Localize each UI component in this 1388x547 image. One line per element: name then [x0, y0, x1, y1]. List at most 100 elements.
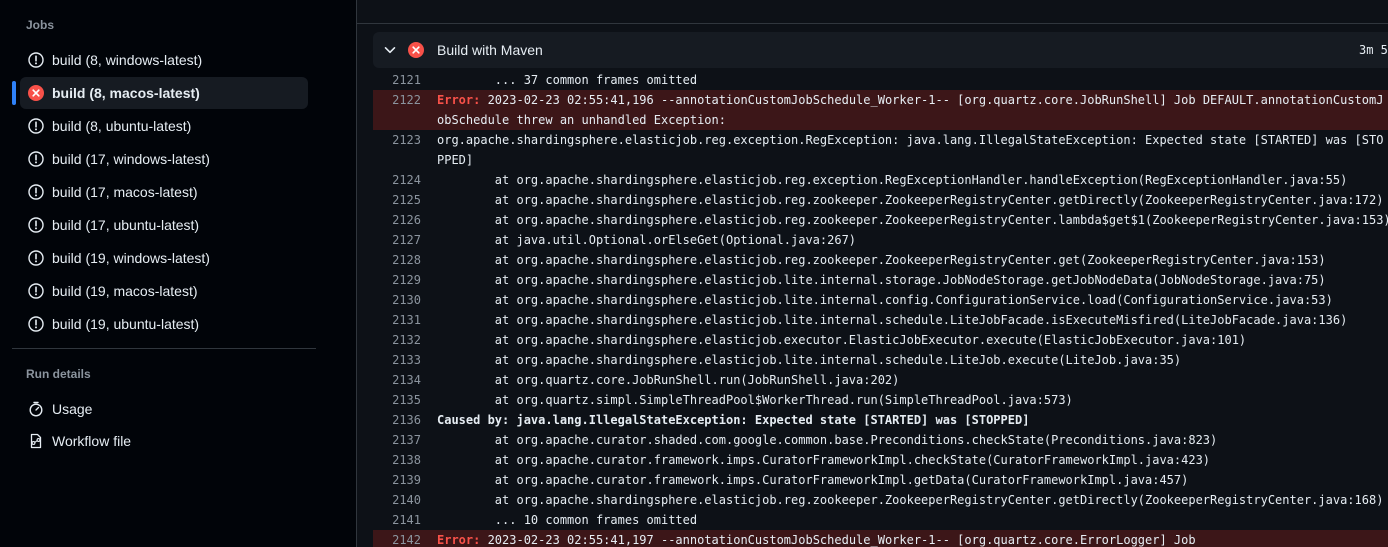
log-line: 2138 at org.apache.curator.framework.imp…: [373, 450, 1388, 470]
log-text: at org.apache.shardingsphere.elasticjob.…: [437, 293, 1333, 307]
job-item[interactable]: build (19, ubuntu-latest): [20, 308, 308, 340]
log-text: at org.apache.curator.framework.imps.Cur…: [437, 453, 1211, 467]
job-label: build (19, macos-latest): [52, 283, 198, 299]
log-line: 2125 at org.apache.shardingsphere.elasti…: [373, 190, 1388, 210]
workflow-file-link[interactable]: Workflow file: [20, 425, 308, 457]
error-label: Error:: [437, 533, 481, 547]
error-message: 2023-02-23 02:55:41,197 --annotationCust…: [480, 533, 1196, 547]
job-label: build (8, ubuntu-latest): [52, 118, 192, 134]
log-line: 2140 at org.apache.shardingsphere.elasti…: [373, 490, 1388, 510]
step-title: Build with Maven: [437, 42, 543, 58]
log-line: 2137 at org.apache.curator.shaded.com.go…: [373, 430, 1388, 450]
log-text: at org.apache.shardingsphere.elasticjob.…: [437, 313, 1348, 327]
log-text: Caused by: java.lang.IllegalStateExcepti…: [437, 413, 1030, 427]
active-job-indicator: [12, 81, 16, 105]
log-text: at org.apache.curator.shaded.com.google.…: [437, 433, 1218, 447]
warning-status-icon: [28, 151, 44, 167]
job-item[interactable]: build (8, windows-latest): [20, 44, 308, 76]
log-text: ... 37 common frames omitted: [437, 73, 698, 87]
line-number[interactable]: 2141: [373, 510, 421, 530]
sidebar: Jobs build (8, windows-latest) build (8, …: [0, 0, 357, 547]
job-label: build (8, macos-latest): [52, 85, 200, 101]
log-line: 2139 at org.apache.curator.framework.imp…: [373, 470, 1388, 490]
line-number[interactable]: 2140: [373, 490, 421, 510]
log-text: at org.apache.shardingsphere.elasticjob.…: [437, 333, 1247, 347]
log-line: 2131 at org.apache.shardingsphere.elasti…: [373, 310, 1388, 330]
job-item[interactable]: build (17, macos-latest): [20, 176, 308, 208]
warning-status-icon: [28, 283, 44, 299]
log-text: at org.quartz.simpl.SimpleThreadPool$Wor…: [437, 393, 1073, 407]
job-item[interactable]: build (19, macos-latest): [20, 275, 308, 307]
line-number[interactable]: 2130: [373, 290, 421, 310]
failed-status-icon: [28, 85, 44, 101]
job-item[interactable]: build (17, windows-latest): [20, 143, 308, 175]
line-number[interactable]: 2136: [373, 410, 421, 430]
error-label: Error:: [437, 93, 481, 107]
line-number[interactable]: 2121: [373, 70, 421, 90]
workflow-file-icon: [28, 433, 44, 449]
log-text: at java.util.Optional.orElseGet(Optional…: [437, 233, 857, 247]
line-number[interactable]: 2137: [373, 430, 421, 450]
header-divider: [357, 23, 1388, 24]
line-number[interactable]: 2124: [373, 170, 421, 190]
warning-status-icon: [28, 52, 44, 68]
line-number[interactable]: 2133: [373, 350, 421, 370]
line-number[interactable]: 2129: [373, 270, 421, 290]
line-number[interactable]: 2128: [373, 250, 421, 270]
warning-status-icon: [28, 250, 44, 266]
warning-status-icon: [28, 217, 44, 233]
line-number[interactable]: 2134: [373, 370, 421, 390]
line-number[interactable]: 2138: [373, 450, 421, 470]
log-line: 2133 at org.apache.shardingsphere.elasti…: [373, 350, 1388, 370]
log-text: Error: 2023-02-23 02:55:41,197 --annotat…: [421, 530, 1388, 547]
step-header-build-with-maven[interactable]: Build with Maven 3m 55s: [373, 32, 1388, 68]
workflow-file-label: Workflow file: [52, 433, 132, 449]
log-text: at org.apache.shardingsphere.elasticjob.…: [437, 253, 1326, 267]
usage-link[interactable]: Usage: [20, 393, 308, 425]
log-line: 2121 ... 37 common frames omitted: [373, 70, 1388, 90]
job-item[interactable]: build (19, windows-latest): [20, 242, 308, 274]
log-line: 2127 at java.util.Optional.orElseGet(Opt…: [373, 230, 1388, 250]
log-line: 2123 org.apache.shardingsphere.elasticjob…: [373, 130, 1388, 170]
job-label: build (19, windows-latest): [52, 250, 210, 266]
job-label: build (17, ubuntu-latest): [52, 217, 200, 233]
log-text: Error: 2023-02-23 02:55:41,196 --annotat…: [421, 90, 1388, 130]
line-number[interactable]: 2131: [373, 310, 421, 330]
sidebar-divider: [12, 348, 316, 349]
log-text: at org.apache.shardingsphere.elasticjob.…: [437, 213, 1388, 227]
jobs-section-title: Jobs: [26, 18, 55, 32]
job-item[interactable]: build (8, ubuntu-latest): [20, 110, 308, 142]
log-output: 2121 ... 37 common frames omitted 2122 Err…: [373, 70, 1388, 547]
usage-label: Usage: [52, 401, 93, 417]
log-line: 2132 at org.apache.shardingsphere.elasti…: [373, 330, 1388, 350]
step-duration: 3m 55s: [1359, 43, 1388, 57]
log-line: 2124 at org.apache.shardingsphere.elasti…: [373, 170, 1388, 190]
log-line-error: 2122 Error: 2023-02-23 02:55:41,196 --ann…: [373, 90, 1388, 130]
log-text: at org.apache.curator.framework.imps.Cur…: [437, 473, 1189, 487]
line-number[interactable]: 2122: [373, 90, 421, 130]
line-number[interactable]: 2123: [373, 130, 421, 170]
log-line: 2126 at org.apache.shardingsphere.elasti…: [373, 210, 1388, 230]
line-number[interactable]: 2126: [373, 210, 421, 230]
job-label: build (19, ubuntu-latest): [52, 316, 200, 332]
log-text: at org.apache.shardingsphere.elasticjob.…: [437, 193, 1384, 207]
job-item[interactable]: build (8, macos-latest): [20, 77, 308, 109]
line-number[interactable]: 2125: [373, 190, 421, 210]
line-number[interactable]: 2127: [373, 230, 421, 250]
job-item[interactable]: build (17, ubuntu-latest): [20, 209, 308, 241]
chevron-down-icon[interactable]: [383, 43, 397, 57]
log-line: 2136 Caused by: java.lang.IllegalStateExc…: [373, 410, 1388, 430]
log-text: at org.apache.shardingsphere.elasticjob.…: [437, 353, 1182, 367]
warning-status-icon: [28, 316, 44, 332]
line-number[interactable]: 2132: [373, 330, 421, 350]
job-label: build (17, windows-latest): [52, 151, 210, 167]
line-number[interactable]: 2142: [373, 530, 421, 547]
log-text: at org.apache.shardingsphere.elasticjob.…: [437, 273, 1326, 287]
log-line-error: 2142 Error: 2023-02-23 02:55:41,197 --ann…: [373, 530, 1388, 547]
log-text: org.apache.shardingsphere.elasticjob.reg…: [437, 133, 1384, 167]
warning-status-icon: [28, 118, 44, 134]
line-number[interactable]: 2135: [373, 390, 421, 410]
line-number[interactable]: 2139: [373, 470, 421, 490]
log-text: at org.apache.shardingsphere.elasticjob.…: [437, 493, 1384, 507]
log-line: 2134 at org.quartz.core.JobRunShell.run(…: [373, 370, 1388, 390]
